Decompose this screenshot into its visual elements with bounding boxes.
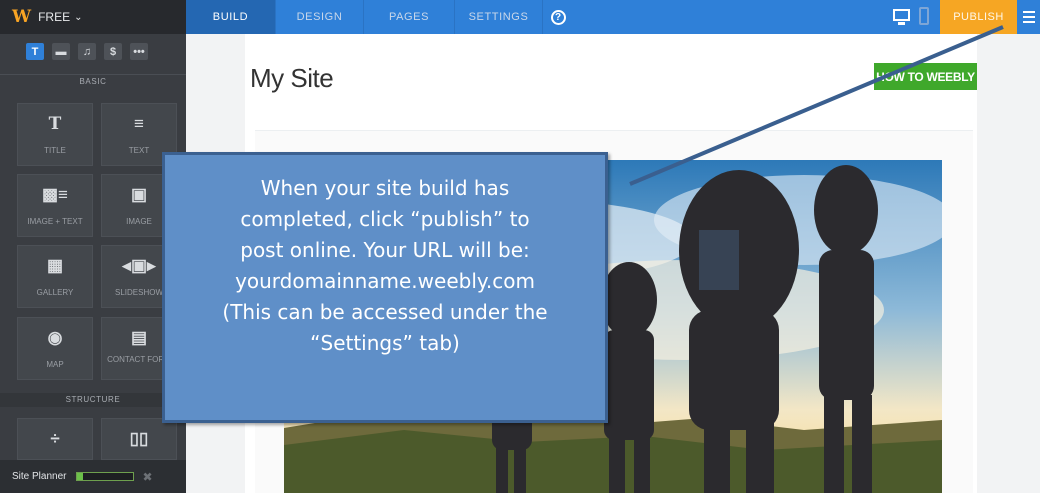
- image-text-icon: ▩≡: [42, 185, 68, 204]
- element-map[interactable]: ◉ MAP: [17, 317, 93, 380]
- element-category-bar: T ▬ ♫ $ •••: [26, 43, 148, 60]
- title-icon: T: [48, 114, 62, 134]
- element-label: GALLERY: [36, 288, 74, 297]
- top-bar: W FREE ⌄ BUILD DESIGN PAGES SETTINGS ? P…: [0, 0, 1040, 34]
- progress-fill: [77, 473, 84, 480]
- tab-pages[interactable]: PAGES: [364, 0, 455, 34]
- mobile-view-icon[interactable]: [918, 7, 930, 27]
- element-image-text[interactable]: ▩≡ IMAGE + TEXT: [17, 174, 93, 237]
- callout-line: When your site build has: [260, 176, 510, 200]
- main-nav: BUILD DESIGN PAGES SETTINGS ?: [186, 0, 573, 34]
- close-icon[interactable]: ✖: [142, 470, 152, 484]
- help-button[interactable]: ?: [543, 0, 573, 34]
- element-label: MAP: [46, 360, 64, 369]
- section-label-basic: BASIC: [0, 74, 186, 88]
- element-columns[interactable]: ▯▯: [101, 418, 177, 460]
- tab-build[interactable]: BUILD: [186, 0, 276, 34]
- plan-label: FREE: [38, 10, 71, 24]
- weebly-logo: W: [12, 7, 32, 27]
- instruction-callout: When your site build has completed, clic…: [162, 152, 608, 423]
- nav-spacer: [573, 0, 893, 34]
- site-planner-progress: [76, 472, 135, 481]
- commerce-category-icon[interactable]: $: [104, 43, 122, 60]
- text-lines-icon: ≡: [134, 114, 144, 133]
- elements-sidebar: T ▬ ♫ $ ••• BASIC T TITLE ≡ TEXT ▩≡ IMAG…: [0, 34, 186, 493]
- site-title[interactable]: My Site: [250, 63, 334, 94]
- gallery-icon: ▦: [46, 256, 64, 275]
- divider-icon: ÷: [50, 429, 60, 448]
- section-label-structure: STRUCTURE: [0, 393, 186, 407]
- element-label: TITLE: [44, 146, 66, 155]
- columns-icon: ▯▯: [129, 429, 149, 448]
- element-divider[interactable]: ÷: [17, 418, 93, 460]
- structure-category-icon[interactable]: ▬: [52, 43, 70, 60]
- map-pin-icon: ◉: [47, 328, 63, 347]
- tab-settings[interactable]: SETTINGS: [455, 0, 543, 34]
- desktop-view-icon[interactable]: [893, 7, 913, 27]
- chevron-down-icon: ⌄: [74, 11, 83, 23]
- more-category-icon[interactable]: •••: [130, 43, 148, 60]
- text-category-icon[interactable]: T: [26, 43, 44, 60]
- publish-button[interactable]: PUBLISH: [940, 0, 1017, 34]
- plan-menu[interactable]: W FREE ⌄: [0, 0, 186, 34]
- callout-line: completed, click “publish” to: [240, 207, 530, 231]
- element-label: IMAGE + TEXT: [27, 217, 83, 226]
- callout-line: (This can be accessed under the: [222, 300, 548, 324]
- help-icon: ?: [550, 9, 566, 25]
- site-planner-label: Site Planner: [12, 471, 67, 482]
- hamburger-menu-icon[interactable]: [1017, 0, 1040, 34]
- callout-line: yourdomainname.weebly.com: [235, 269, 535, 293]
- site-planner[interactable]: Site Planner ✖: [0, 460, 186, 493]
- site-nav-link[interactable]: HOW TO WEEBLY: [874, 63, 977, 90]
- tab-design[interactable]: DESIGN: [276, 0, 364, 34]
- element-title[interactable]: T TITLE: [17, 103, 93, 166]
- callout-line: post online. Your URL will be:: [240, 238, 530, 262]
- callout-line: “Settings” tab): [310, 331, 460, 355]
- element-gallery[interactable]: ▦ GALLERY: [17, 245, 93, 308]
- media-category-icon[interactable]: ♫: [78, 43, 96, 60]
